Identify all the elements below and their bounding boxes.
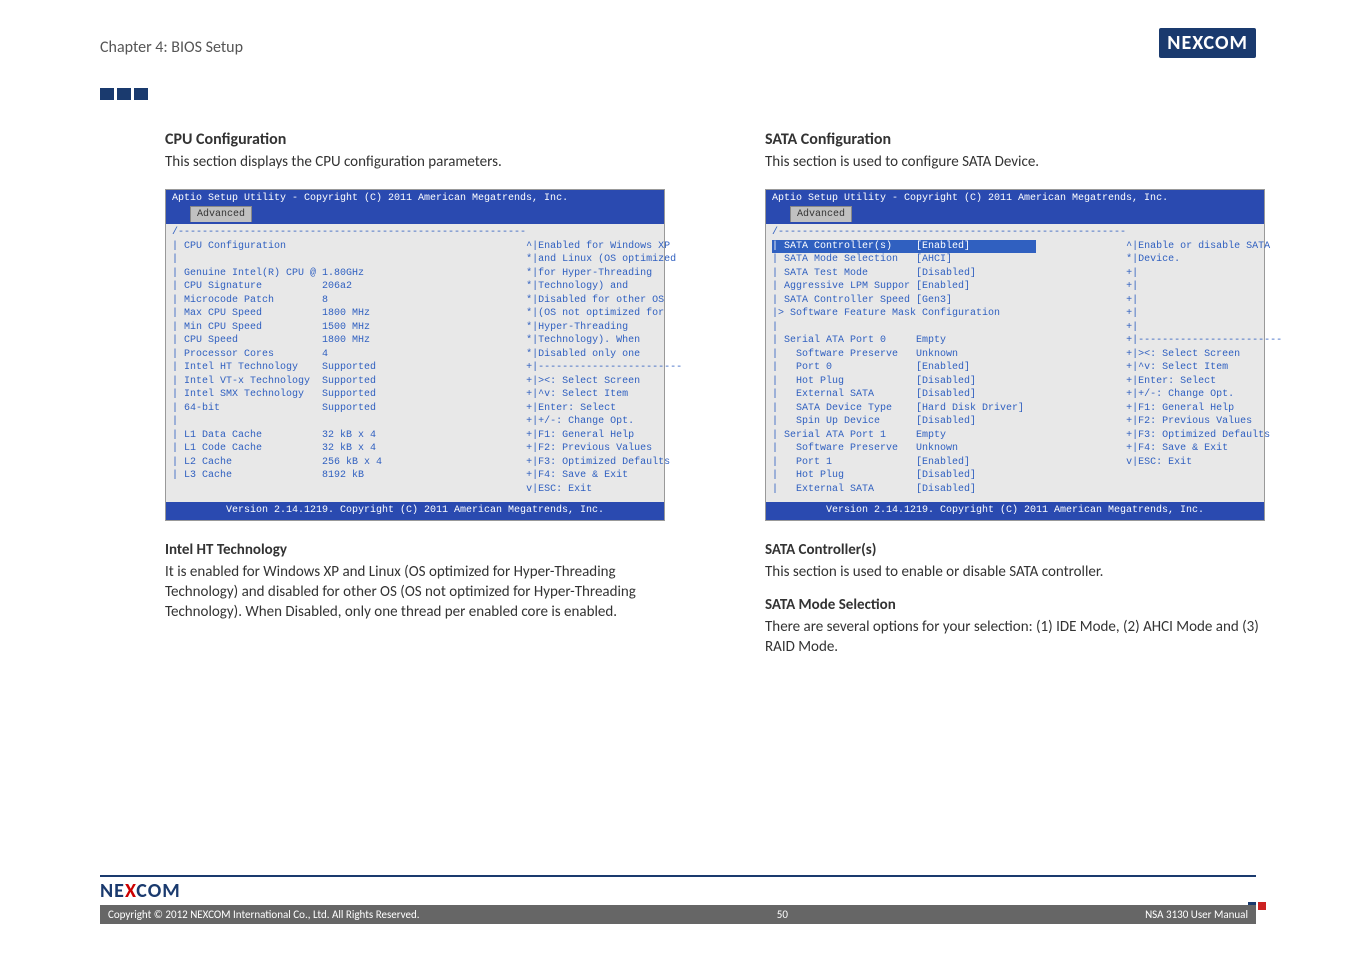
left-column: CPU Configuration This section displays …	[165, 130, 665, 671]
bios-titlebar: Aptio Setup Utility - Copyright (C) 2011…	[166, 190, 664, 224]
logo-post: COM	[1204, 31, 1248, 55]
decorative-flags	[100, 88, 148, 100]
logo-x: X	[125, 879, 136, 903]
cpu-bios-screenshot: Aptio Setup Utility - Copyright (C) 2011…	[165, 189, 665, 521]
footer-copyright: Copyright © 2012 NEXCOM International Co…	[108, 908, 420, 921]
bios-titlebar: Aptio Setup Utility - Copyright (C) 2011…	[766, 190, 1264, 224]
footer-manual-name: NSA 3130 User Manual	[1145, 908, 1248, 921]
sata-config-title: SATA Configuration	[765, 130, 1265, 149]
sata-controllers-text: This section is used to enable or disabl…	[765, 562, 1265, 582]
footer-page-number: 50	[777, 908, 788, 921]
logo-post: COM	[136, 879, 180, 903]
footer-brand-logo: NEXCOM	[100, 879, 181, 903]
bios-footer: Version 2.14.1219. Copyright (C) 2011 Am…	[166, 502, 664, 520]
bios-tab-advanced: Advanced	[790, 206, 852, 223]
logo-x: X	[1192, 31, 1203, 55]
intel-ht-text: It is enabled for Windows XP and Linux (…	[165, 562, 665, 623]
intel-ht-title: Intel HT Technology	[165, 541, 665, 559]
page-footer: NEXCOM Copyright © 2012 NEXCOM Internati…	[100, 875, 1256, 924]
bios-title-text: Aptio Setup Utility - Copyright (C) 2011…	[772, 193, 1168, 204]
sata-config-desc: This section is used to configure SATA D…	[765, 153, 1265, 171]
cpu-config-desc: This section displays the CPU configurat…	[165, 153, 665, 171]
sata-bios-screenshot: Aptio Setup Utility - Copyright (C) 2011…	[765, 189, 1265, 521]
brand-logo-top: NEXCOM	[1159, 28, 1256, 58]
cpu-config-title: CPU Configuration	[165, 130, 665, 149]
bios-tab-advanced: Advanced	[190, 206, 252, 223]
logo-pre: NE	[1167, 31, 1192, 55]
right-column: SATA Configuration This section is used …	[765, 130, 1265, 671]
sata-mode-title: SATA Mode Selection	[765, 596, 1265, 614]
bios-title-text: Aptio Setup Utility - Copyright (C) 2011…	[172, 193, 568, 204]
logo-pre: NE	[100, 879, 125, 903]
sata-controllers-title: SATA Controller(s)	[765, 541, 1265, 559]
bios-footer: Version 2.14.1219. Copyright (C) 2011 Am…	[766, 502, 1264, 520]
chapter-header: Chapter 4: BIOS Setup	[100, 38, 243, 57]
sata-mode-text: There are several options for your selec…	[765, 617, 1265, 658]
